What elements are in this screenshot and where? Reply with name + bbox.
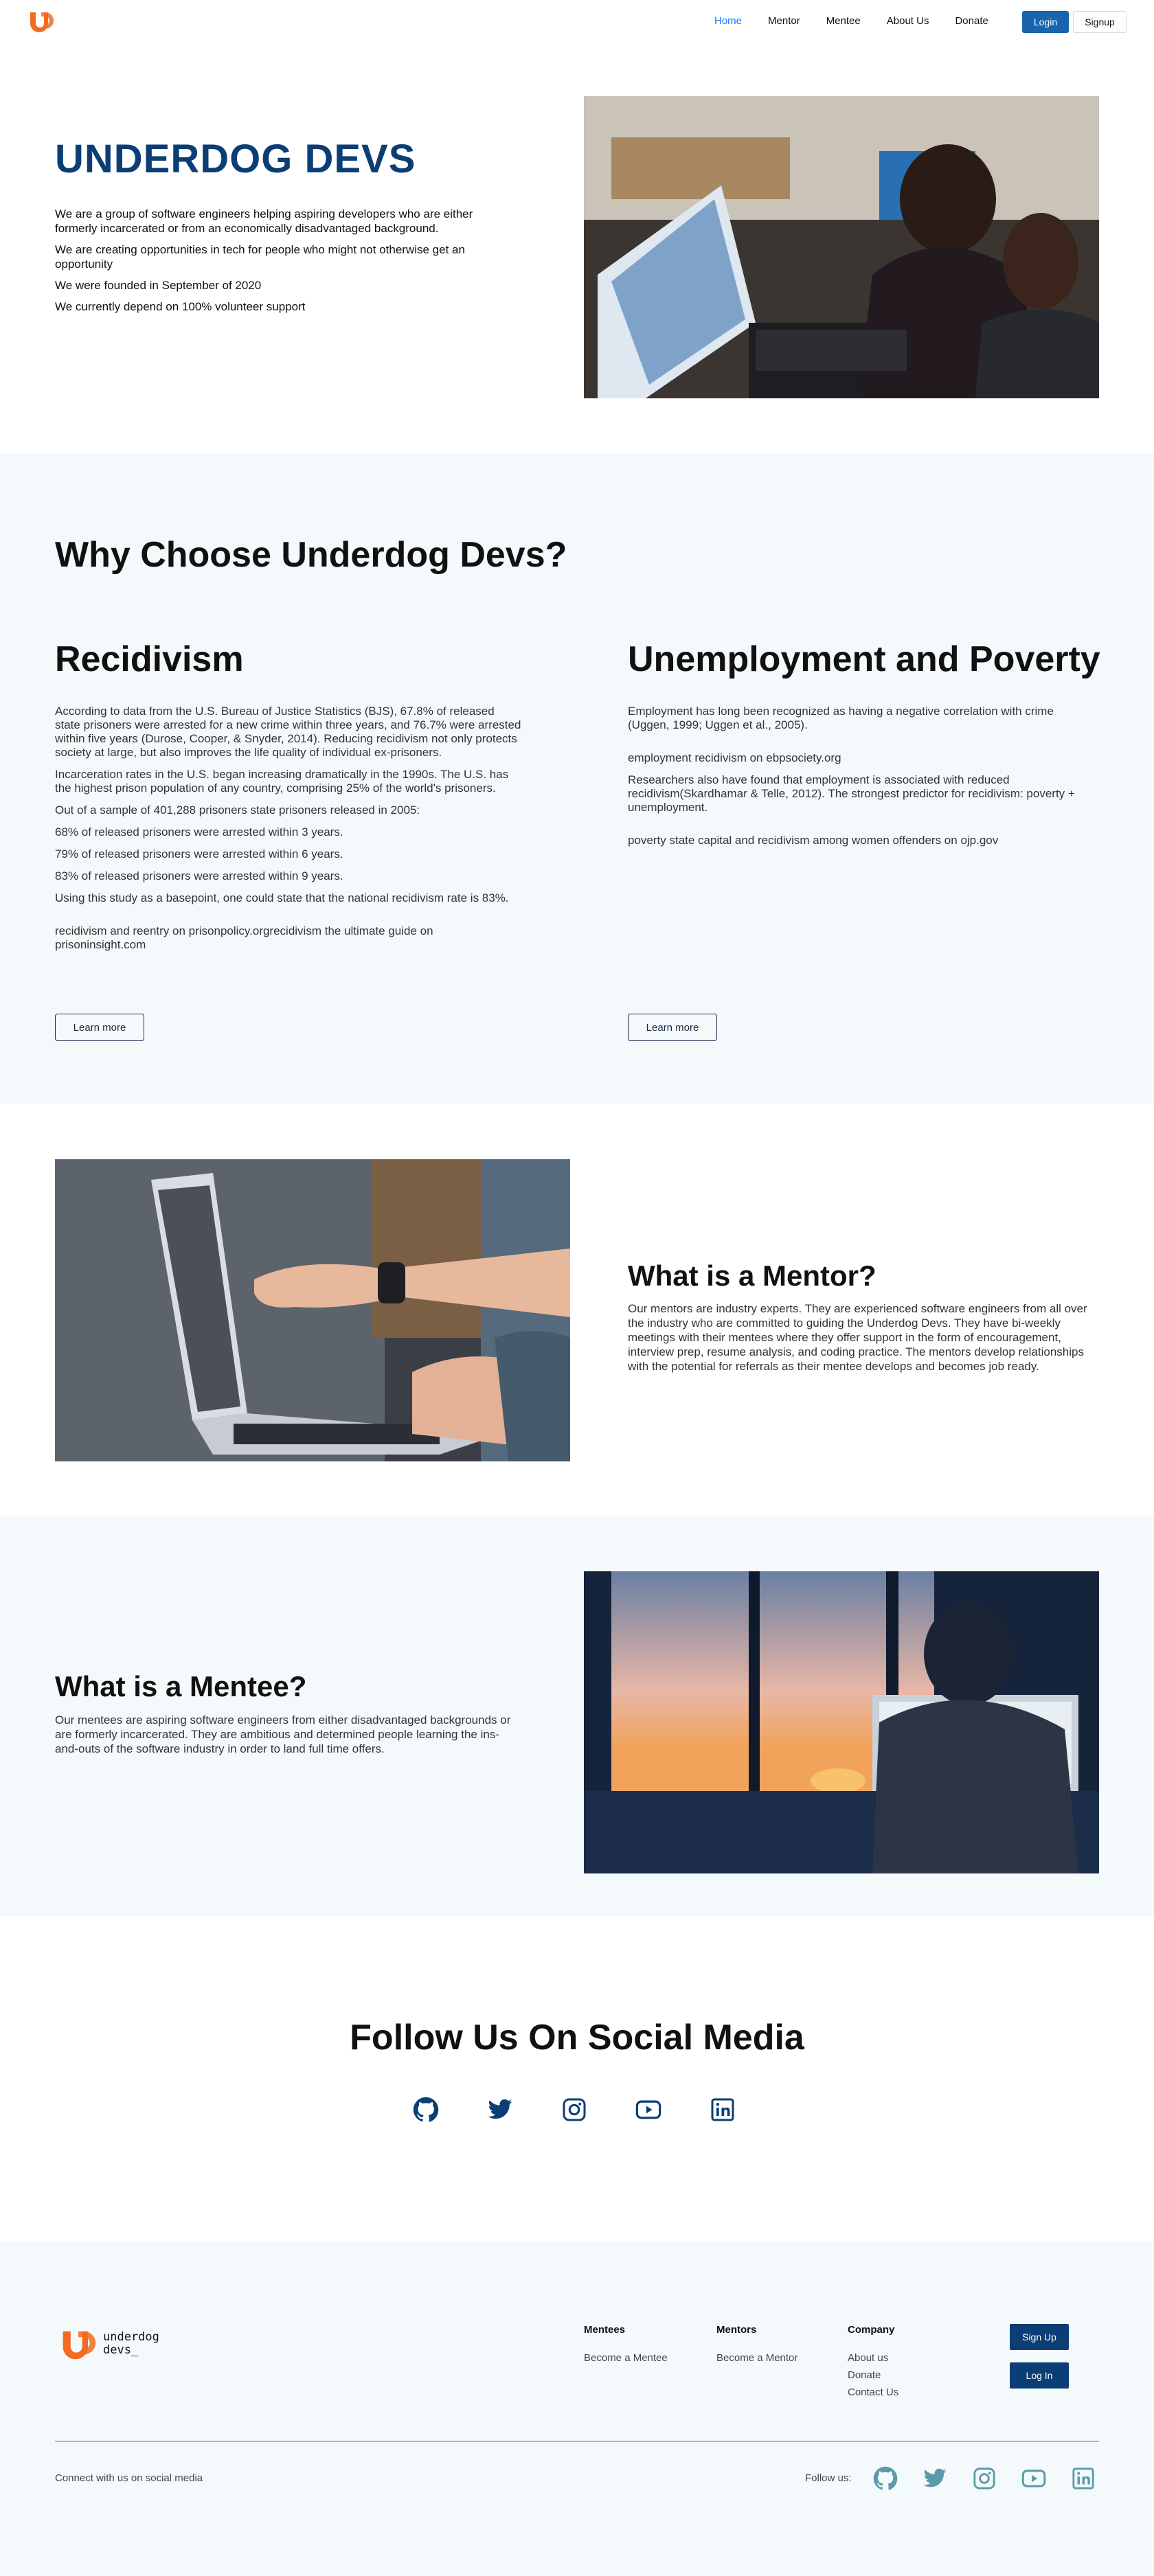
login-button[interactable]: Login <box>1022 11 1069 33</box>
mentee-title: What is a Mentee? <box>55 1670 307 1702</box>
footer-follow-label: Follow us: <box>805 2472 852 2484</box>
mentor-image-pointing-at-laptop <box>55 1159 570 1461</box>
why-title: Why Choose Underdog Devs? <box>55 535 567 575</box>
linkedin-icon[interactable] <box>1070 2465 1096 2492</box>
footer-company-column: Company About us Donate Contact Us <box>848 2324 898 2404</box>
nav-about-us[interactable]: About Us <box>887 15 929 27</box>
hero-title: UNDERDOG DEVS <box>55 137 416 181</box>
mentee-section: What is a Mentee? Our mentees are aspiri… <box>0 1516 1154 1916</box>
mentee-description: Our mentees are aspiring software engine… <box>55 1713 511 1755</box>
hero-image-developers-at-laptops <box>584 96 1099 398</box>
recidivism-paragraph: Incarceration rates in the U.S. began in… <box>55 768 509 795</box>
footer-link-donate[interactable]: Donate <box>848 2369 898 2381</box>
social-icons <box>412 2096 783 2123</box>
footer-mentors-column: Mentors Become a Mentor <box>716 2324 797 2369</box>
footer-mentees-column: Mentees Become a Mentee <box>584 2324 668 2369</box>
footer-login-button[interactable]: Log In <box>1010 2362 1069 2389</box>
recidivism-source-links[interactable]: recidivism and reentry on prisonpolicy.o… <box>55 924 522 952</box>
unemployment-title: Unemployment and Poverty <box>628 639 1100 679</box>
github-icon[interactable] <box>872 2465 898 2492</box>
mentor-description: Our mentors are industry experts. They a… <box>628 1302 1087 1373</box>
underdog-devs-logo-icon <box>63 2331 96 2360</box>
recidivism-paragraph: Out of a sample of 401,288 prisoners sta… <box>55 803 420 817</box>
twitter-icon[interactable] <box>486 2096 514 2123</box>
footer-logo-line1: underdog <box>103 2330 159 2344</box>
footer-mentees-title: Mentees <box>584 2324 626 2336</box>
unemployment-paragraph: Employment has long been recognized as h… <box>628 705 1054 731</box>
underdog-devs-logo[interactable] <box>27 10 55 33</box>
footer-signup-button[interactable]: Sign Up <box>1010 2324 1069 2350</box>
hero-paragraph: We were founded in September of 2020 <box>55 279 262 292</box>
twitter-icon[interactable] <box>922 2465 948 2492</box>
nav-mentor[interactable]: Mentor <box>768 15 800 27</box>
mentee-image-person-at-window-sunset <box>584 1571 1099 1873</box>
hero-description: We are a group of software engineers hel… <box>55 207 508 321</box>
footer-logo[interactable]: underdog devs_ <box>59 2327 159 2360</box>
recidivism-title: Recidivism <box>55 639 244 679</box>
youtube-icon[interactable] <box>635 2096 662 2123</box>
top-navbar: Home Mentor Mentee About Us Donate Login… <box>0 0 1154 44</box>
recidivism-paragraph: Using this study as a basepoint, one cou… <box>55 891 509 904</box>
footer-logo-text: underdog devs_ <box>103 2331 159 2357</box>
footer-divider <box>55 2441 1099 2442</box>
unemployment-learn-more-button[interactable]: Learn more <box>628 1014 717 1041</box>
social-title: Follow Us On Social Media <box>350 2018 804 2058</box>
footer-connect-text: Connect with us on social media <box>55 2472 203 2484</box>
hero-paragraph: We are a group of software engineers hel… <box>55 207 473 235</box>
footer-social-icons <box>872 2465 1120 2492</box>
footer-company-title: Company <box>848 2324 895 2336</box>
nav-mentee[interactable]: Mentee <box>826 15 861 27</box>
footer-link-become-mentor[interactable]: Become a Mentor <box>716 2352 797 2364</box>
footer-link-about-us[interactable]: About us <box>848 2352 898 2364</box>
hero-paragraph: We currently depend on 100% volunteer su… <box>55 300 306 313</box>
recidivism-paragraph: 83% of released prisoners were arrested … <box>55 869 343 882</box>
unemployment-source-link[interactable]: employment recidivism on ebpsociety.org <box>628 751 1095 765</box>
instagram-icon[interactable] <box>561 2096 588 2123</box>
recidivism-text: According to data from the U.S. Bureau o… <box>55 705 522 960</box>
signup-button[interactable]: Signup <box>1073 11 1127 33</box>
linkedin-icon[interactable] <box>709 2096 736 2123</box>
recidivism-paragraph: According to data from the U.S. Bureau o… <box>55 705 521 759</box>
recidivism-paragraph: 79% of released prisoners were arrested … <box>55 847 343 860</box>
mentor-title: What is a Mentor? <box>628 1259 876 1292</box>
instagram-icon[interactable] <box>971 2465 997 2492</box>
recidivism-learn-more-button[interactable]: Learn more <box>55 1014 144 1041</box>
github-icon[interactable] <box>412 2096 440 2123</box>
recidivism-paragraph: 68% of released prisoners were arrested … <box>55 825 343 839</box>
footer-link-become-mentee[interactable]: Become a Mentee <box>584 2352 668 2364</box>
unemployment-source-link[interactable]: poverty state capital and recidivism amo… <box>628 834 1095 847</box>
why-choose-section: Why Choose Underdog Devs? Recidivism Acc… <box>0 453 1154 1104</box>
nav-links: Home Mentor Mentee About Us Donate <box>714 15 1015 27</box>
footer-link-contact-us[interactable]: Contact Us <box>848 2386 898 2398</box>
footer-logo-line2: devs_ <box>103 2343 139 2357</box>
unemployment-paragraph: Researchers also have found that employm… <box>628 773 1075 814</box>
unemployment-text: Employment has long been recognized as h… <box>628 705 1095 856</box>
nav-donate[interactable]: Donate <box>955 15 988 27</box>
hero-paragraph: We are creating opportunities in tech fo… <box>55 243 465 271</box>
footer: underdog devs_ Mentees Become a Mentee M… <box>0 2242 1154 2576</box>
youtube-icon[interactable] <box>1021 2465 1047 2492</box>
nav-home[interactable]: Home <box>714 15 742 27</box>
footer-mentors-title: Mentors <box>716 2324 757 2336</box>
